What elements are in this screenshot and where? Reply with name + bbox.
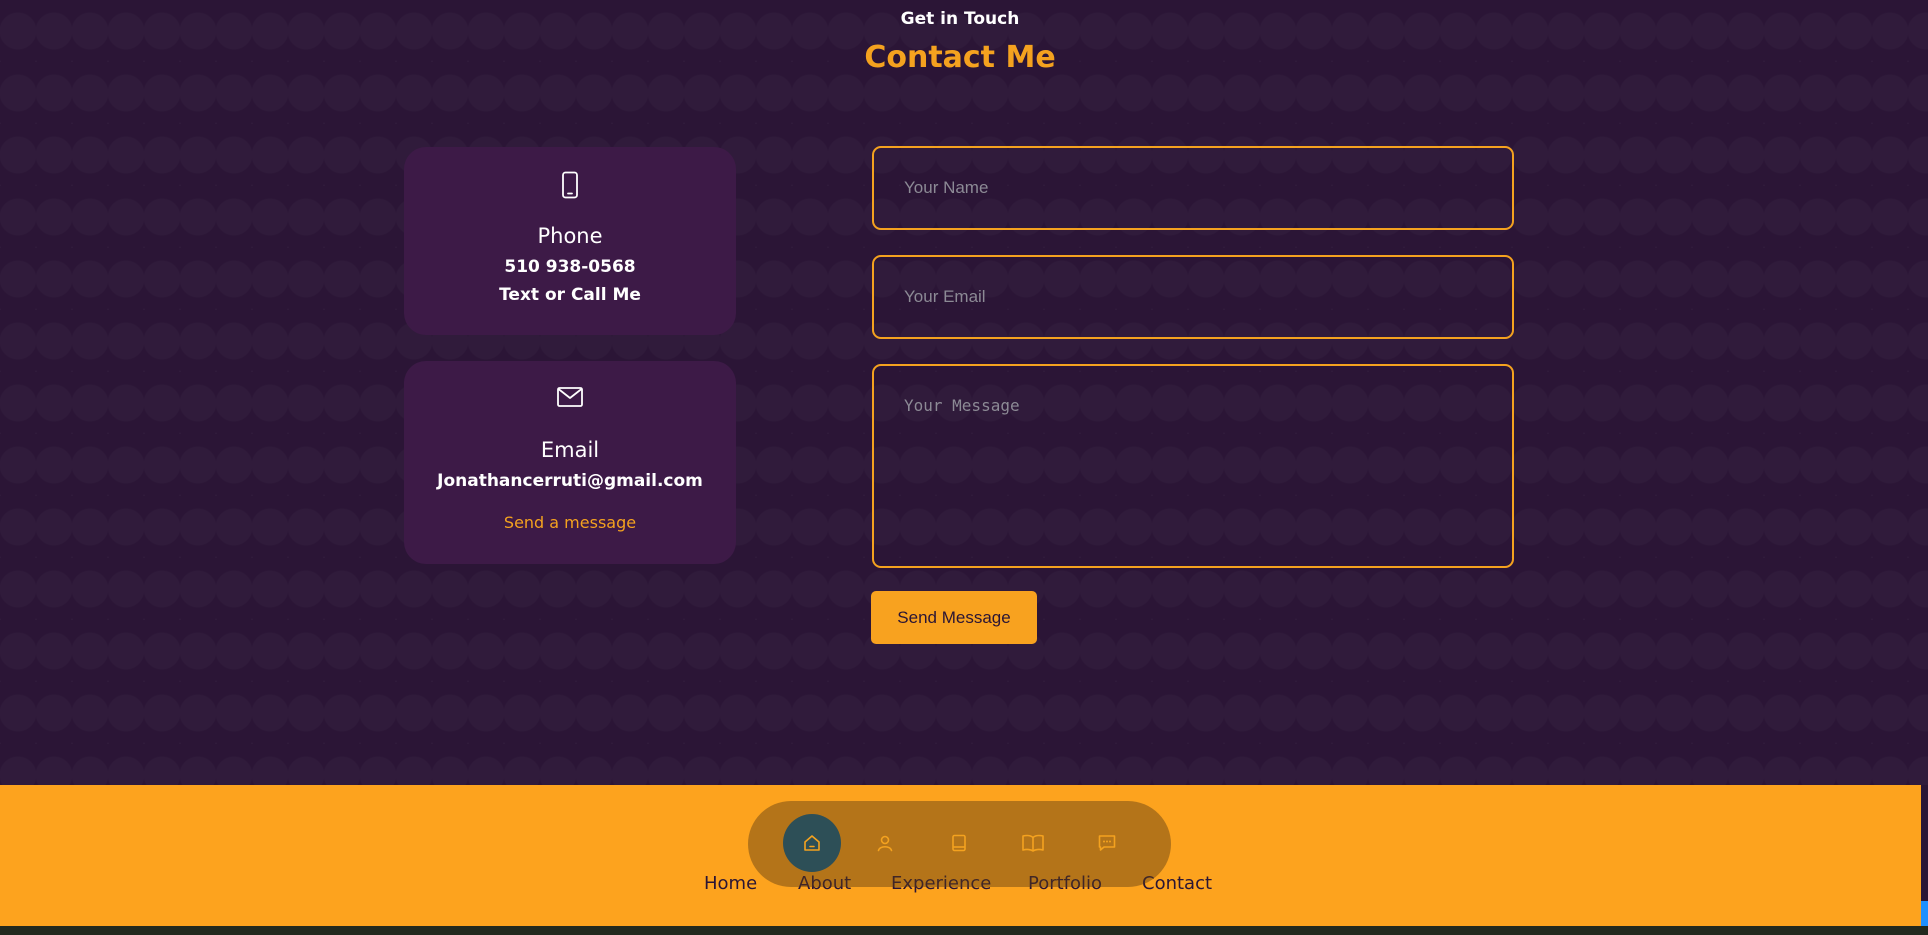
email-input[interactable]: [872, 255, 1514, 339]
section-title: Contact Me: [864, 40, 1056, 75]
edge-indicator: [1921, 901, 1928, 926]
send-message-button[interactable]: Send Message: [871, 591, 1037, 644]
phone-note: Text or Call Me: [499, 285, 641, 305]
section-subtitle: Get in Touch: [900, 9, 1020, 29]
phone-card: Phone 510 938-0568 Text or Call Me: [404, 147, 736, 335]
name-input[interactable]: [872, 146, 1514, 230]
book-icon: [952, 834, 966, 852]
phone-number: 510 938-0568: [504, 257, 636, 277]
user-icon: [877, 835, 893, 852]
nav-about-button[interactable]: [856, 814, 914, 872]
nav-experience-button[interactable]: [930, 814, 988, 872]
email-card-title: Email: [540, 438, 600, 462]
nav-contact-button[interactable]: [1078, 814, 1136, 872]
phone-card-title: Phone: [537, 224, 603, 248]
nav-portfolio-button[interactable]: [1004, 814, 1062, 872]
mail-icon: [404, 385, 736, 413]
email-address: Jonathancerruti@gmail.com: [437, 471, 703, 491]
send-a-message-link[interactable]: Send a message: [404, 513, 736, 532]
message-textarea[interactable]: [872, 364, 1514, 568]
footer-link-home[interactable]: Home: [704, 873, 757, 894]
open-book-icon: [1022, 834, 1044, 852]
bottom-strip: [0, 926, 1928, 935]
floating-nav: [748, 801, 1171, 887]
message-icon: [1098, 835, 1116, 851]
phone-icon: [404, 171, 736, 199]
window-edge: [1921, 785, 1928, 926]
email-card: Email Jonathancerruti@gmail.com Send a m…: [404, 361, 736, 564]
home-icon: [804, 835, 820, 851]
nav-home-button[interactable]: [783, 814, 841, 872]
